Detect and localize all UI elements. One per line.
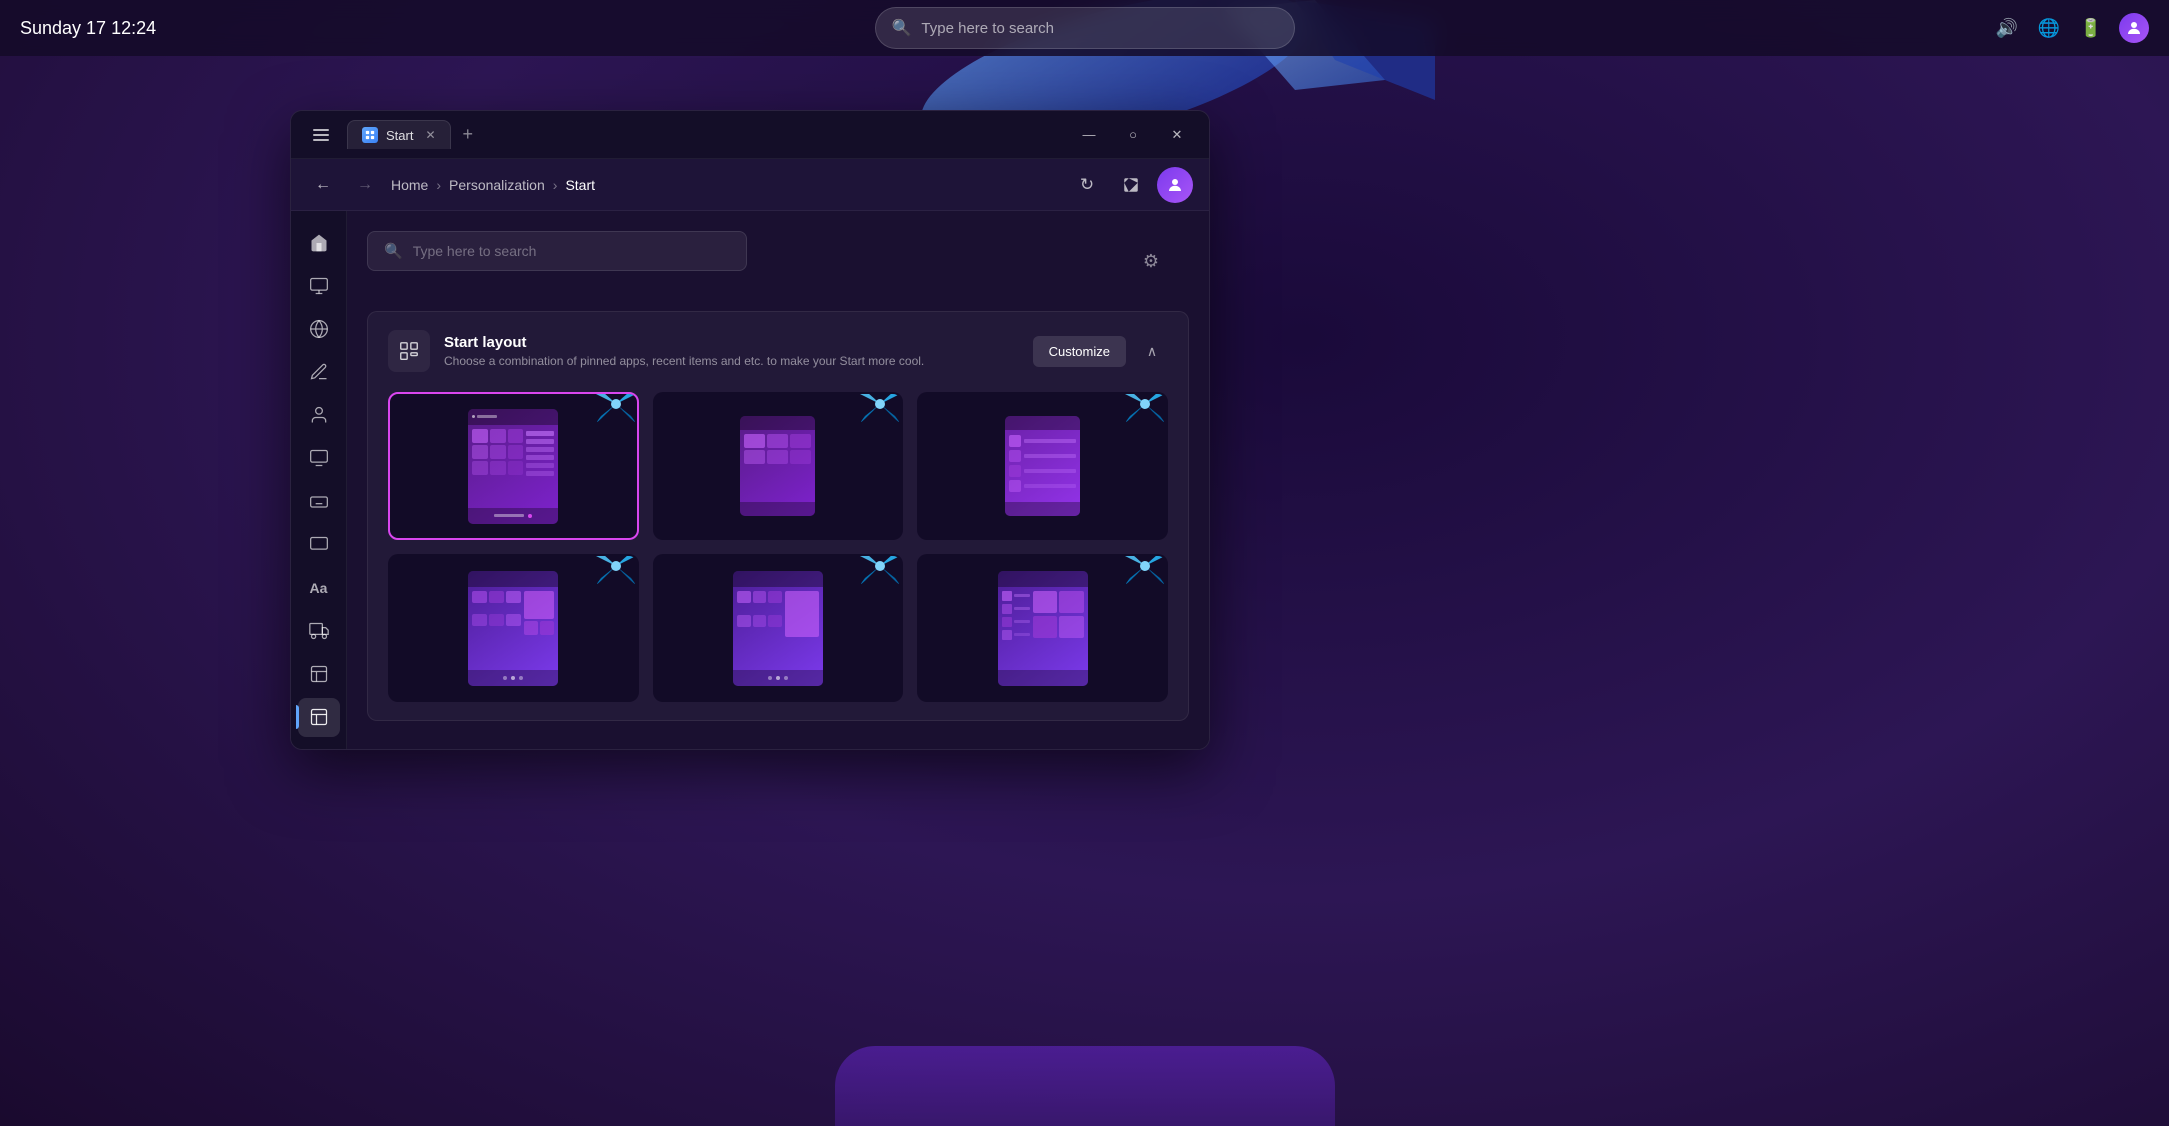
breadcrumb: Home › Personalization › Start (391, 177, 595, 193)
sidebar-item-fonts[interactable]: Aa (298, 568, 340, 607)
title-bar: Start ✕ + — ○ ✕ (291, 111, 1209, 159)
breadcrumb-sep-2: › (553, 177, 558, 193)
layout-bow-5 (845, 554, 903, 596)
extensions-button[interactable] (1113, 167, 1149, 203)
menu-icon[interactable] (303, 117, 339, 153)
section-description: Choose a combination of pinned apps, rec… (444, 354, 924, 368)
sidebar-item-network[interactable] (298, 309, 340, 348)
sidebar-item-keyboard[interactable] (298, 482, 340, 521)
layout-bow-4 (581, 554, 639, 596)
settings-search-icon: 🔍 (384, 242, 403, 260)
layout-bow-3 (1110, 392, 1168, 434)
main-panel: 🔍 Type here to search ⚙ (347, 211, 1209, 749)
tab-title: Start (386, 128, 413, 143)
sidebar-item-home[interactable] (298, 223, 340, 262)
back-button[interactable]: ← (307, 169, 339, 201)
content-area: Aa (291, 211, 1209, 749)
sidebar-item-display[interactable] (298, 266, 340, 305)
section-title: Start layout (444, 334, 924, 351)
sidebar-item-apps[interactable] (298, 439, 340, 478)
tab-favicon (362, 127, 378, 143)
sidebar-item-gaming[interactable] (298, 525, 340, 564)
section-icon (388, 330, 430, 372)
taskbar-datetime: Sunday 17 12:24 (20, 18, 156, 39)
section-header: Start layout Choose a combination of pin… (388, 330, 1168, 372)
layout-option-2[interactable] (653, 392, 904, 540)
taskbar-right-icons: 🔊 🌐 🔋 (1993, 13, 2149, 43)
section-text: Start layout Choose a combination of pin… (444, 334, 924, 368)
taskbar-sound-icon[interactable]: 🔊 (1993, 14, 2021, 42)
taskbar-battery-icon[interactable]: 🔋 (2077, 14, 2105, 42)
sidebar-item-update[interactable] (298, 698, 340, 737)
close-button[interactable]: ✕ (1157, 119, 1197, 151)
breadcrumb-start[interactable]: Start (565, 177, 595, 193)
collapse-button[interactable]: ∧ (1136, 335, 1168, 367)
layout-option-4[interactable] (388, 554, 639, 702)
settings-gear-icon[interactable]: ⚙ (1143, 251, 1159, 272)
forward-button[interactable]: → (349, 169, 381, 201)
sidebar-item-privacy[interactable] (298, 655, 340, 694)
layout-option-1[interactable] (388, 392, 639, 540)
new-tab-button[interactable]: + (459, 120, 478, 149)
search-row: 🔍 Type here to search ⚙ (367, 231, 1189, 291)
sidebar: Aa (291, 211, 347, 749)
breadcrumb-personalization[interactable]: Personalization (449, 177, 545, 193)
taskbar-search[interactable]: 🔍 Type here to search (875, 7, 1295, 49)
layout-bow-1 (581, 392, 639, 434)
breadcrumb-home[interactable]: Home (391, 177, 428, 193)
customize-button[interactable]: Customize (1033, 336, 1126, 367)
refresh-button[interactable]: ↻ (1069, 167, 1105, 203)
browser-tab[interactable]: Start ✕ (347, 120, 451, 149)
start-layout-section: Start layout Choose a combination of pin… (367, 311, 1189, 721)
layout-option-6[interactable] (917, 554, 1168, 702)
minimize-button[interactable]: — (1069, 119, 1109, 151)
settings-search-placeholder: Type here to search (413, 243, 537, 259)
breadcrumb-sep-1: › (436, 177, 441, 193)
taskbar-search-placeholder: Type here to search (921, 20, 1054, 37)
layout-grid (388, 392, 1168, 702)
section-actions: Customize ∧ (1033, 335, 1168, 367)
taskbar: Sunday 17 12:24 🔍 Type here to search 🔊 … (0, 0, 2169, 56)
nav-profile-avatar[interactable] (1157, 167, 1193, 203)
tab-close-button[interactable]: ✕ (425, 128, 435, 142)
restore-button[interactable]: ○ (1113, 119, 1153, 151)
nav-bar: ← → Home › Personalization › Start ↻ (291, 159, 1209, 211)
nav-bar-right: ↻ (1069, 167, 1193, 203)
window-controls: — ○ ✕ (1069, 119, 1197, 151)
taskbar-network-icon[interactable]: 🌐 (2035, 14, 2063, 42)
sidebar-item-personalization[interactable] (298, 353, 340, 392)
settings-search-box[interactable]: 🔍 Type here to search (367, 231, 747, 271)
deco-bottom-wave (835, 1046, 1335, 1126)
sidebar-item-accounts[interactable] (298, 396, 340, 435)
layout-option-3[interactable] (917, 392, 1168, 540)
layout-option-5[interactable] (653, 554, 904, 702)
browser-window: Start ✕ + — ○ ✕ ← → Home › Personalizati… (290, 110, 1210, 750)
taskbar-search-icon: 🔍 (892, 18, 912, 38)
sidebar-item-accessibility[interactable] (298, 612, 340, 651)
taskbar-profile-icon[interactable] (2119, 13, 2149, 43)
layout-bow-6 (1110, 554, 1168, 596)
layout-bow-2 (845, 392, 903, 434)
